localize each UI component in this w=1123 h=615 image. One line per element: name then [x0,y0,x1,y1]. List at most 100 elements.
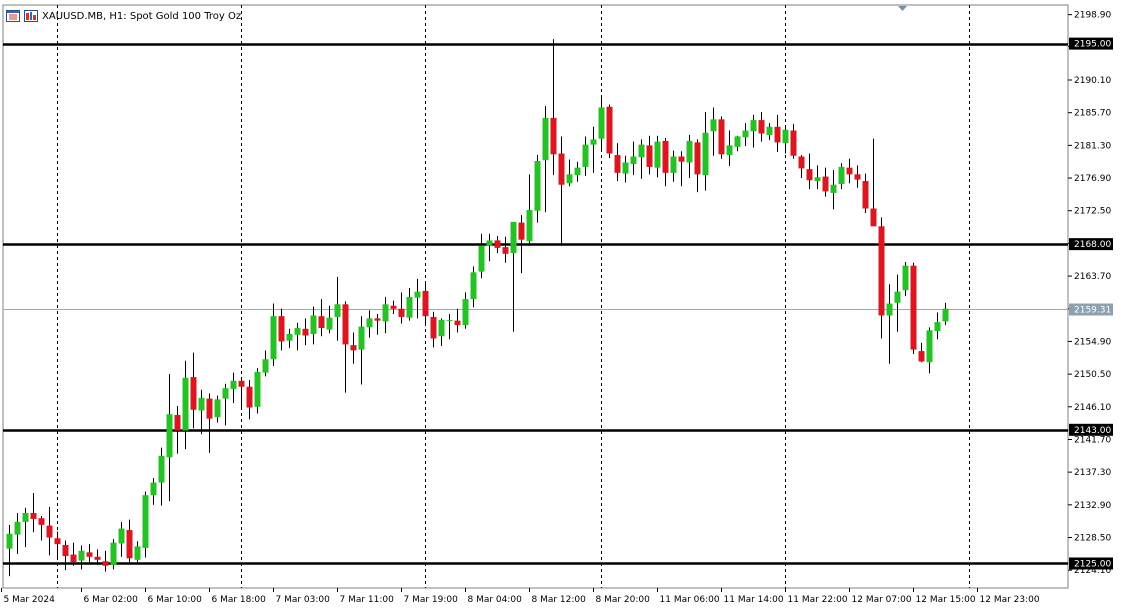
bear-candle-body[interactable] [718,119,725,155]
bull-candle-body[interactable] [118,528,125,544]
bull-candle-body[interactable] [6,533,13,549]
bull-candle-body[interactable] [886,303,893,316]
bull-candle-body[interactable] [630,156,637,164]
bull-candle-body[interactable] [766,126,773,135]
bear-candle-body[interactable] [246,386,253,408]
bear-candle-body[interactable] [190,377,197,410]
bull-candle-body[interactable] [902,265,909,291]
bull-candle-body[interactable] [142,495,149,548]
bull-candle-body[interactable] [534,160,541,211]
bear-candle-body[interactable] [798,156,805,169]
bull-candle-body[interactable] [134,546,141,560]
bear-candle-body[interactable] [398,308,405,317]
bull-candle-body[interactable] [358,326,365,350]
bear-candle-body[interactable] [878,226,885,316]
bull-candle-body[interactable] [334,304,341,317]
bull-candle-body[interactable] [198,397,205,411]
bear-candle-body[interactable] [102,561,109,566]
bull-candle-body[interactable] [14,521,21,535]
bull-candle-body[interactable] [446,319,453,321]
bull-candle-body[interactable] [382,304,389,322]
bull-candle-body[interactable] [366,318,373,328]
bear-candle-body[interactable] [862,181,869,209]
bear-candle-body[interactable] [606,106,613,154]
bear-candle-body[interactable] [694,142,701,175]
bull-candle-body[interactable] [406,296,413,318]
bear-candle-body[interactable] [854,174,861,180]
bull-candle-body[interactable] [934,322,941,332]
bull-candle-body[interactable] [670,156,677,173]
bear-candle-body[interactable] [550,117,557,155]
bull-candle-body[interactable] [438,319,445,337]
bear-candle-body[interactable] [822,176,829,192]
bear-candle-body[interactable] [422,290,429,317]
bear-candle-body[interactable] [38,518,45,525]
bull-candle-body[interactable] [262,359,269,373]
bear-candle-body[interactable] [910,265,917,350]
bull-candle-body[interactable] [894,291,901,303]
bull-candle-body[interactable] [814,177,821,182]
bear-candle-body[interactable] [870,208,877,227]
bull-candle-body[interactable] [590,139,597,145]
bull-candle-body[interactable] [486,240,493,246]
bear-candle-body[interactable] [662,140,669,173]
bull-candle-body[interactable] [470,272,477,300]
bear-candle-body[interactable] [126,530,133,559]
bull-candle-body[interactable] [622,162,629,174]
bull-candle-body[interactable] [230,380,237,389]
bear-candle-body[interactable] [30,512,37,519]
bull-candle-body[interactable] [942,308,949,322]
bull-candle-body[interactable] [78,550,85,561]
bear-candle-body[interactable] [758,120,765,134]
bear-candle-body[interactable] [318,316,325,329]
bear-candle-body[interactable] [454,320,461,326]
bear-candle-body[interactable] [774,126,781,143]
bull-candle-body[interactable] [566,174,573,184]
bull-candle-body[interactable] [510,221,517,254]
bull-candle-body[interactable] [598,107,605,139]
bull-candle-body[interactable] [726,145,733,156]
bear-candle-body[interactable] [918,351,925,362]
bull-candle-body[interactable] [182,377,189,431]
bull-candle-body[interactable] [478,245,485,272]
bear-candle-body[interactable] [350,345,357,351]
bull-candle-body[interactable] [838,166,845,184]
bear-candle-body[interactable] [54,538,61,545]
bear-candle-body[interactable] [646,145,653,167]
bear-candle-body[interactable] [558,153,565,185]
bull-candle-body[interactable] [166,414,173,458]
bull-candle-body[interactable] [926,330,933,363]
bear-candle-body[interactable] [238,380,245,387]
bear-candle-body[interactable] [790,130,797,156]
bull-candle-body[interactable] [750,120,757,132]
bear-candle-body[interactable] [62,544,69,557]
bull-candle-body[interactable] [22,512,29,522]
bull-candle-body[interactable] [254,371,261,407]
bear-candle-body[interactable] [678,156,685,162]
bull-candle-body[interactable] [214,399,221,418]
bear-candle-body[interactable] [342,304,349,345]
bull-candle-body[interactable] [310,315,317,335]
bear-candle-body[interactable] [94,556,101,560]
bull-candle-body[interactable] [110,542,117,565]
bear-candle-body[interactable] [390,305,397,309]
bull-candle-body[interactable] [150,482,157,496]
bull-candle-body[interactable] [414,291,421,298]
bear-candle-body[interactable] [302,328,309,336]
bull-candle-body[interactable] [526,209,533,242]
bear-candle-body[interactable] [174,414,181,431]
bear-candle-body[interactable] [206,398,213,419]
price-chart[interactable]: 2198.902194.602190.102185.702181.302176.… [0,0,1123,611]
bull-candle-body[interactable] [158,455,165,483]
bear-candle-body[interactable] [806,169,813,181]
bull-candle-body[interactable] [270,316,277,360]
bear-candle-body[interactable] [518,222,525,240]
bull-candle-body[interactable] [286,334,293,341]
bear-candle-body[interactable] [374,318,381,321]
bull-candle-body[interactable] [222,388,229,399]
bear-candle-body[interactable] [494,240,501,248]
bull-candle-body[interactable] [702,132,709,176]
bear-candle-body[interactable] [614,155,621,173]
bull-candle-body[interactable] [638,144,645,158]
bear-candle-body[interactable] [430,316,437,339]
